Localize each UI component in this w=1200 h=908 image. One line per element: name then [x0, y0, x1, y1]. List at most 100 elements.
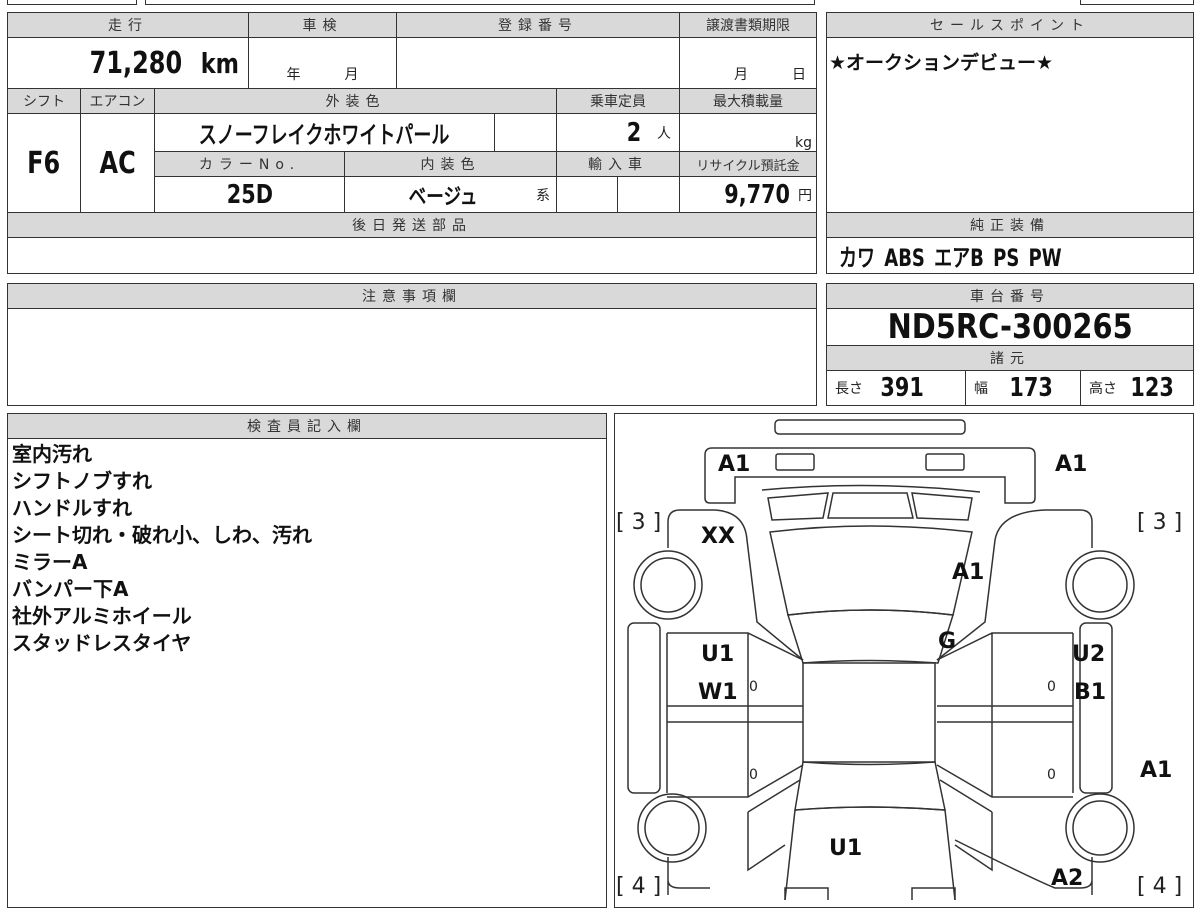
day-label: 日	[792, 67, 806, 83]
parts-later-header: 後日発送部品	[7, 212, 817, 238]
wheel-front-left	[633, 550, 703, 620]
height-label: 高さ	[1089, 381, 1117, 397]
damage-trunk: U1	[829, 836, 863, 861]
note-item: 室内汚れ	[12, 442, 92, 466]
hood-shape	[769, 525, 973, 616]
notes-header: 注意事項欄	[7, 283, 817, 309]
inspector-notes: 室内汚れ シフトノブすれ ハンドルすれ シート切れ・破れ小、しわ、汚れ ミラーA…	[7, 438, 607, 908]
capacity-number: 2	[626, 117, 642, 148]
chassis-header: 車台番号	[826, 283, 1194, 309]
exterior-color-value: スノーフレイクホワイトパール	[154, 113, 495, 152]
equipment-text: カワ ABS エアB PS PW	[839, 244, 1062, 272]
note-item: バンパー下A	[12, 577, 129, 601]
length-value: 391	[880, 373, 924, 403]
damage-windshield: G	[938, 629, 957, 654]
damage-front-right: A1	[1055, 452, 1088, 477]
mileage-header: 走行	[7, 12, 249, 38]
interior-color-text: ベージュ	[408, 184, 478, 210]
mileage-number: 71,280	[90, 45, 183, 81]
color-no-header: カラーNo.	[154, 151, 345, 177]
damage-door-fl-1: U1	[701, 642, 735, 667]
aircon-value: AC	[80, 113, 155, 213]
capacity-header: 乗車定員	[556, 88, 680, 114]
damage-door-fr-2: B1	[1074, 680, 1107, 705]
top-stub-cell	[1080, 0, 1194, 5]
equipment-value: カワ ABS エアB PS PW	[826, 237, 1194, 274]
rear-window-shape	[794, 761, 946, 811]
year-label: 年	[286, 67, 301, 83]
trunk-shape	[784, 806, 956, 900]
foglamp-left	[775, 453, 815, 471]
damage-sill-right: A1	[1140, 758, 1173, 783]
import-header: 輸入車	[556, 151, 680, 177]
month-label: 月	[734, 67, 748, 83]
chassis-number: ND5RC-300265	[826, 307, 1194, 347]
shift-header: シフト	[7, 88, 81, 114]
max-load-value: kg	[679, 113, 817, 152]
registration-header: 登録番号	[396, 12, 680, 38]
sale-point-header: セールスポイント	[826, 12, 1194, 38]
color-no-value: 25D	[154, 176, 345, 213]
interior-color-value: ベージュ 系	[344, 176, 557, 213]
yen-unit: 円	[798, 187, 812, 204]
recycle-fee-header: リサイクル預託金	[679, 151, 817, 177]
inspection-header: 車検	[248, 12, 397, 38]
shift-text: F6	[27, 145, 61, 181]
sill-left	[627, 622, 661, 794]
tire-front-left: [ 3 ]	[616, 510, 662, 535]
tire-rear-right: [ 4 ]	[1137, 874, 1183, 899]
rear-spoiler-shape	[774, 419, 966, 435]
length-label: 長さ	[835, 381, 863, 397]
foglamp-right	[925, 453, 965, 471]
aircon-header: エアコン	[80, 88, 155, 114]
tire-front-right: [ 3 ]	[1137, 510, 1183, 535]
note-item: スタッドレスタイヤ	[12, 631, 192, 655]
inspection-value: 年月	[248, 37, 397, 89]
shift-value: F6	[7, 113, 81, 213]
handle-fr: 0	[1047, 679, 1056, 695]
chassis-number-text: ND5RC-300265	[887, 307, 1133, 347]
interior-color-header: 内装色	[344, 151, 557, 177]
wheel-rear-left	[637, 793, 707, 863]
note-item: 社外アルミホイール	[12, 604, 192, 628]
sale-point-value: ★オークションデビュー★	[826, 37, 1194, 213]
interior-suffix: 系	[536, 187, 550, 204]
note-item: ハンドルすれ	[12, 496, 132, 520]
damage-front-left: A1	[718, 452, 751, 477]
import-cell	[617, 176, 680, 213]
wheel-rear-right	[1065, 793, 1135, 863]
roof-shape	[802, 662, 936, 763]
tire-rear-left: [ 4 ]	[616, 874, 662, 899]
rear-bumper-shape	[784, 887, 956, 900]
note-item: シート切れ・破れ小、しわ、汚れ	[12, 523, 312, 547]
transfer-deadline-header: 譲渡書類期限	[679, 12, 817, 38]
windshield-shape	[787, 609, 954, 664]
exterior-color-header: 外装色	[154, 88, 557, 114]
registration-value	[396, 37, 680, 89]
damage-hood: A1	[952, 560, 985, 585]
mileage-unit: km	[200, 46, 240, 80]
month-label: 月	[344, 67, 359, 83]
blank-cell	[494, 113, 557, 152]
top-stub-cell	[7, 0, 137, 5]
note-item: シフトノブすれ	[12, 469, 152, 493]
car-outline-diagram	[627, 419, 1135, 900]
max-load-header: 最大積載量	[679, 88, 817, 114]
parts-later-value	[7, 237, 817, 274]
capacity-value: 2人	[556, 113, 680, 152]
capacity-unit: 人	[657, 125, 671, 142]
headlights-shape	[761, 484, 981, 521]
spec-height: 高さ 123	[1080, 370, 1194, 406]
aircon-text: AC	[99, 145, 136, 181]
notes-value	[7, 308, 817, 406]
specs-header: 諸元	[826, 345, 1194, 371]
note-item: ミラーA	[12, 550, 88, 574]
spec-length: 長さ 391	[826, 370, 966, 406]
equipment-header: 純正装備	[826, 212, 1194, 238]
width-value: 173	[1009, 373, 1053, 403]
mileage-value: 71,280 km	[7, 37, 249, 89]
spec-width: 幅 173	[965, 370, 1081, 406]
damage-door-fr-1: U2	[1072, 642, 1106, 667]
handle-fl: 0	[749, 679, 758, 695]
import-cell	[556, 176, 618, 213]
